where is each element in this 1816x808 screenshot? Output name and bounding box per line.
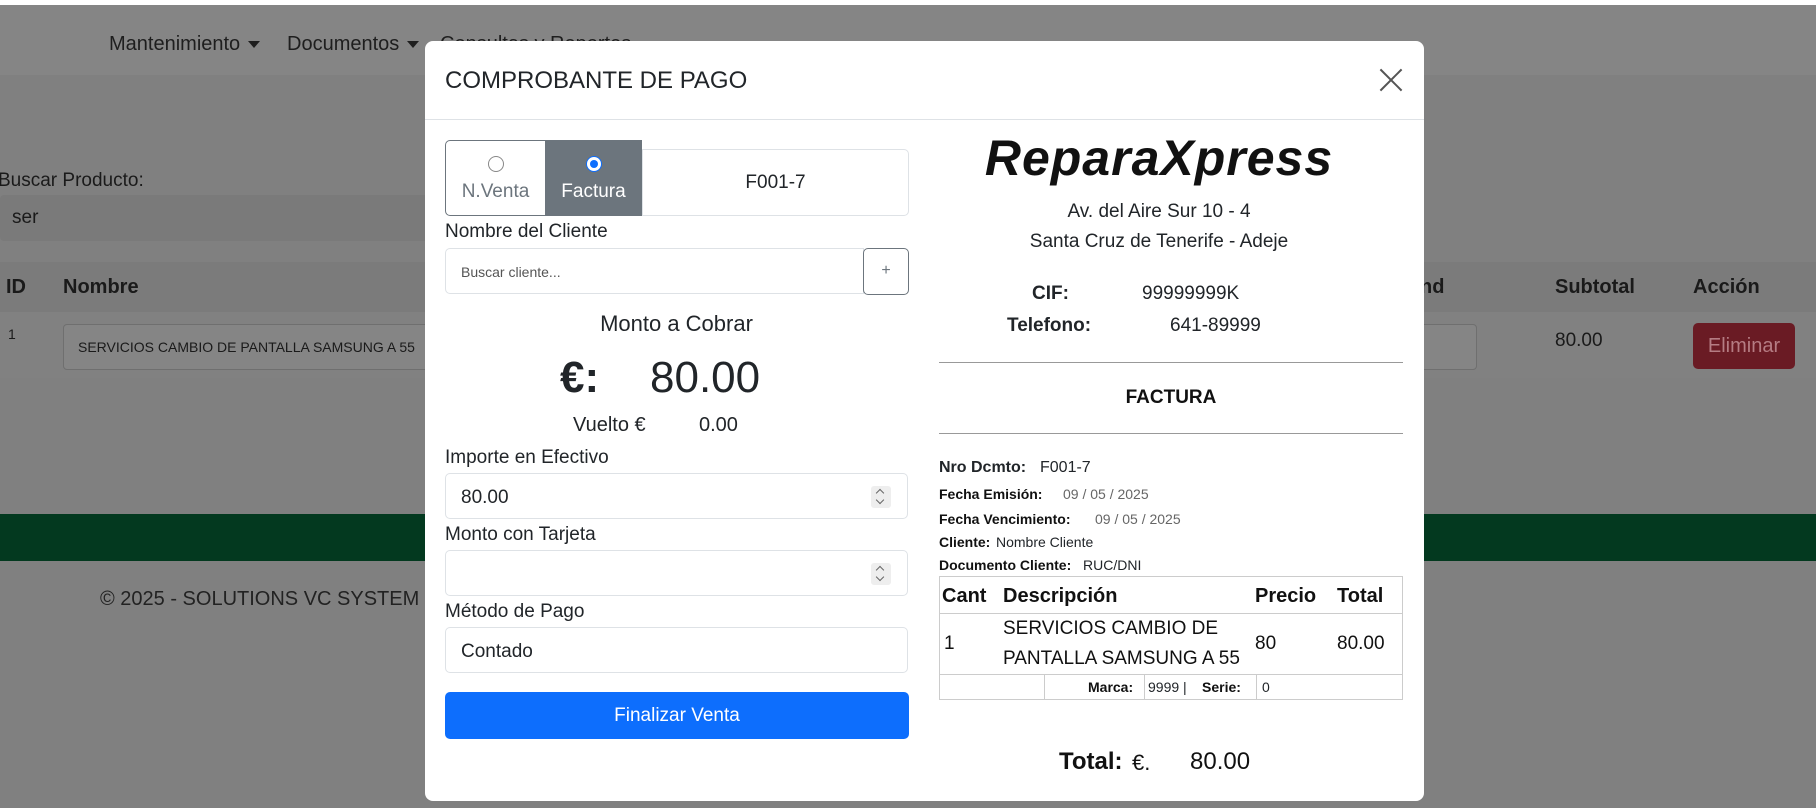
item-descripcion: SERVICIOS CAMBIO DE PANTALLA SAMSUNG A 5… — [1003, 618, 1240, 669]
spinner-icon[interactable] — [871, 486, 891, 508]
row-id: 1 — [8, 326, 16, 342]
column-separator — [1144, 674, 1145, 700]
item-total: 80.00 — [1337, 633, 1385, 654]
vencimiento-label: Fecha Vencimiento: — [939, 511, 1071, 527]
telefono-label: Telefono: — [1007, 315, 1092, 336]
nventa-option[interactable]: N.Venta — [445, 140, 546, 216]
monto-label: Monto a Cobrar — [600, 311, 753, 336]
add-client-button[interactable]: + — [863, 248, 909, 295]
nro-label: Nro Dcmto: — [939, 459, 1027, 476]
footer-text: © 2025 - SOLUTIONS VC SYSTEM - T — [100, 588, 449, 610]
nav-label: Mantenimiento — [109, 33, 241, 55]
factura-option[interactable]: Factura — [545, 140, 642, 216]
address-line-1: Av. del Aire Sur 10 - 4 — [1067, 201, 1251, 222]
marca-label: Marca: — [1088, 679, 1134, 695]
serie-value: 0 — [1262, 679, 1270, 695]
nav-mantenimiento[interactable]: Mantenimiento — [109, 33, 261, 56]
th-id: ID — [6, 276, 26, 298]
document-number: F001-7 — [642, 149, 909, 216]
total-currency: €. — [1132, 750, 1151, 775]
th-descripcion: Descripción — [1003, 585, 1118, 607]
metodo-value: Contado — [461, 641, 533, 662]
cliente-value: Nombre Cliente — [996, 534, 1094, 550]
metodo-label: Método de Pago — [445, 601, 585, 622]
vencimiento-value: 09 / 05 / 2025 — [1095, 511, 1181, 527]
client-label: Nombre del Cliente — [445, 221, 608, 242]
brand-logo: ReparaXpress — [984, 130, 1334, 186]
emision-label: Fecha Emisión: — [939, 486, 1043, 502]
address-line-2: Santa Cruz de Tenerife - Adeje — [1029, 231, 1289, 252]
vuelto-value: 0.00 — [699, 414, 738, 436]
search-product-input[interactable]: ser — [0, 195, 430, 241]
nro-value: F001-7 — [1040, 459, 1091, 476]
delete-button[interactable]: Eliminar — [1693, 323, 1795, 369]
spinner-icon[interactable] — [871, 563, 891, 585]
tarjeta-label: Monto con Tarjeta — [445, 524, 596, 545]
th-precio: Precio — [1255, 585, 1317, 607]
cif-value: 99999999K — [1142, 283, 1240, 304]
row-subtotal: 80.00 — [1555, 330, 1603, 351]
nventa-label: N.Venta — [461, 181, 530, 202]
client-search-placeholder: Buscar cliente... — [461, 264, 561, 280]
item-cant: 1 — [944, 633, 955, 654]
total-label: Total: — [1059, 748, 1123, 775]
cif-label: CIF: — [1032, 283, 1069, 304]
search-product-label: Buscar Producto: — [0, 170, 144, 191]
divider — [939, 362, 1403, 363]
row-product-field[interactable]: SERVICIOS CAMBIO DE PANTALLA SAMSUNG A 5… — [63, 324, 445, 370]
radio-checked-icon — [585, 156, 602, 172]
caret-down-icon — [407, 41, 420, 49]
th-cant: Cant — [942, 585, 987, 607]
document-type-toggle: N.Venta Factura F001-7 — [445, 140, 909, 216]
efectivo-value: 80.00 — [461, 487, 509, 508]
metodo-select[interactable]: Contado — [445, 627, 908, 673]
th-total: Total — [1337, 585, 1384, 607]
close-icon[interactable] — [1376, 65, 1406, 95]
total-value: 80.00 — [1190, 748, 1251, 775]
serie-label: Serie: — [1202, 679, 1241, 695]
row-separator — [940, 674, 1402, 675]
nav-documentos[interactable]: Documentos — [287, 33, 420, 56]
finalizar-venta-button[interactable]: Finalizar Venta — [445, 692, 909, 739]
efectivo-input[interactable]: 80.00 — [445, 473, 908, 519]
currency-symbol: €: — [560, 353, 600, 402]
th-accion: Acción — [1693, 276, 1760, 298]
th-subtotal: Subtotal — [1555, 276, 1635, 298]
marca-value: 9999 | — [1148, 679, 1187, 695]
payment-modal: COMPROBANTE DE PAGO N.Venta Factura F001… — [425, 41, 1424, 801]
caret-down-icon — [248, 41, 261, 49]
column-separator — [1256, 674, 1257, 700]
search-product-value: ser — [12, 207, 39, 228]
th-nombre: Nombre — [63, 276, 139, 298]
column-separator — [1044, 674, 1045, 700]
client-search-input[interactable]: Buscar cliente... — [445, 248, 864, 294]
monto-value: 80.00 — [650, 353, 761, 402]
efectivo-label: Importe en Efectivo — [445, 447, 609, 468]
receipt-items-table: Cant Descripción Precio Total 1 SERVICIO… — [939, 576, 1403, 700]
emision-value: 09 / 05 / 2025 — [1063, 486, 1149, 502]
factura-label: Factura — [561, 181, 626, 202]
documento-cliente-label: Documento Cliente: — [939, 557, 1072, 573]
row-product: SERVICIOS CAMBIO DE PANTALLA SAMSUNG A 5… — [78, 339, 415, 355]
cliente-label: Cliente: — [939, 534, 991, 550]
modal-header: COMPROBANTE DE PAGO — [425, 41, 1424, 120]
document-title: FACTURA — [1125, 387, 1217, 408]
tarjeta-input[interactable] — [445, 550, 908, 596]
radio-icon — [487, 156, 504, 172]
vuelto-label: Vuelto € — [573, 414, 646, 436]
item-precio: 80 — [1255, 633, 1277, 654]
nav-label: Documentos — [287, 33, 400, 55]
modal-title: COMPROBANTE DE PAGO — [445, 67, 748, 94]
telefono-value: 641-89999 — [1170, 315, 1261, 336]
documento-cliente-value: RUC/DNI — [1083, 557, 1142, 573]
divider — [939, 433, 1403, 434]
